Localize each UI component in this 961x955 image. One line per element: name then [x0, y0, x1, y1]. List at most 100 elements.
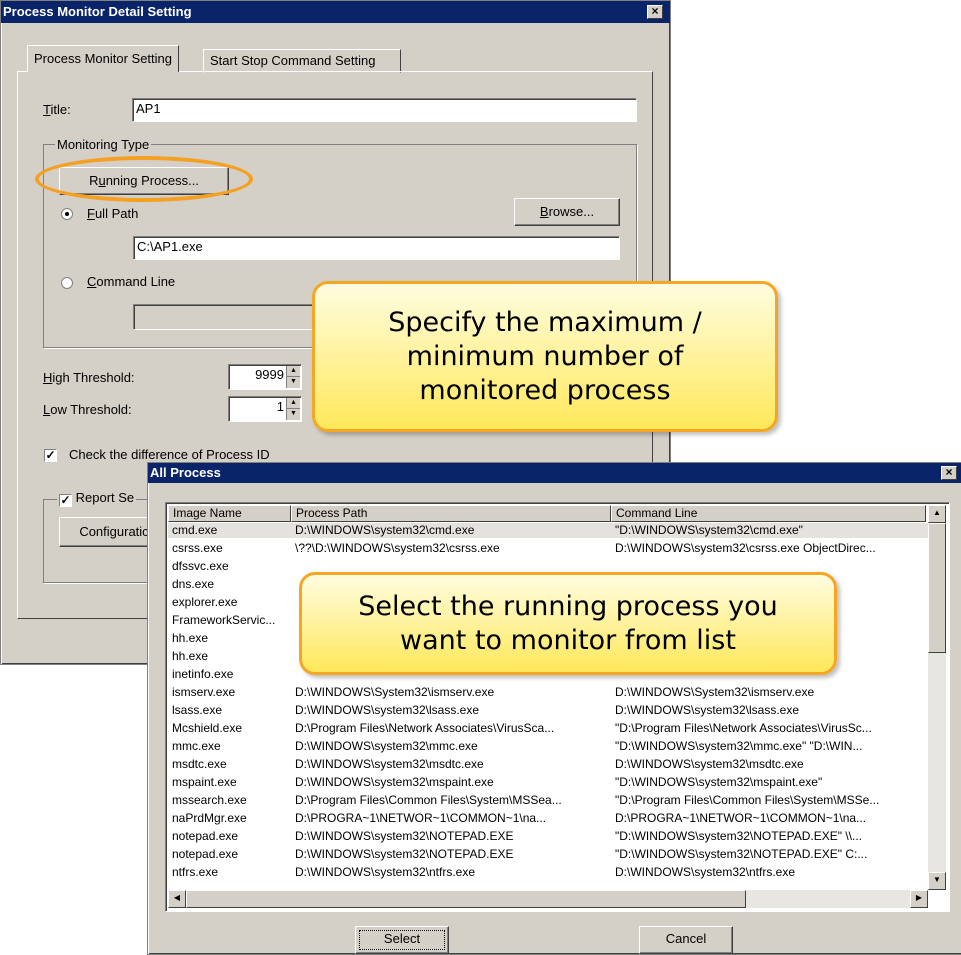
image-name-cell: Mcshield.exe: [172, 721, 243, 735]
process-path-cell: D:\WINDOWS\system32\msdtc.exe: [295, 757, 484, 771]
monitoring-type-legend: Monitoring Type: [55, 137, 152, 152]
image-name-cell: dns.exe: [172, 577, 215, 591]
process-path-cell: D:\WINDOWS\system32\lsass.exe: [295, 703, 480, 717]
horizontal-scroll-thumb[interactable]: [186, 890, 746, 908]
command-line-cell: D:\WINDOWS\system32\csrss.exe ObjectDire…: [615, 541, 876, 555]
command-line-cell: "D:\WINDOWS\system32\NOTEPAD.EXE" C:...: [615, 847, 868, 861]
command-line-cell: D:\WINDOWS\System32\ismserv.exe: [615, 685, 815, 699]
image-name-cell: csrss.exe: [172, 541, 223, 555]
process-path-cell: D:\WINDOWS\system32\mmc.exe: [295, 739, 478, 753]
image-name-cell: msdtc.exe: [172, 757, 227, 771]
process-path-cell: D:\WINDOWS\system32\mspaint.exe: [295, 775, 494, 789]
command-line-cell: "D:\WINDOWS\system32\NOTEPAD.EXE" \\...: [615, 829, 862, 843]
image-name-cell: notepad.exe: [172, 847, 239, 861]
table-row[interactable]: lsass.exe D:\WINDOWS\system32\lsass.exe D:…: [168, 703, 928, 718]
table-row[interactable]: msdtc.exe D:\WINDOWS\system32\msdtc.exe D:…: [168, 757, 928, 772]
select-callout-text: Select the running process you want to m…: [358, 590, 778, 656]
scroll-up-arrow-icon[interactable]: ▲: [928, 505, 946, 523]
high-threshold-spinner[interactable]: ▲ ▼: [286, 366, 300, 388]
scroll-left-arrow-icon[interactable]: ◀: [168, 890, 186, 908]
check-pid-label: Check the difference of Process ID: [69, 447, 270, 462]
low-threshold-label: Low Threshold:: [43, 402, 132, 417]
column-header-command-line[interactable]: Command Line: [611, 505, 926, 522]
command-line-cell: "D:\Program Files\Network Associates\Vir…: [615, 721, 872, 735]
command-line-cell: "D:\WINDOWS\system32\mspaint.exe": [615, 775, 823, 789]
all-process-title: All Process: [150, 465, 221, 480]
table-row[interactable]: cmd.exe D:\WINDOWS\system32\cmd.exe "D:\WI…: [168, 523, 928, 538]
image-name-cell: mmc.exe: [172, 739, 221, 753]
table-row[interactable]: ismserv.exe D:\WINDOWS\System32\ismserv.e…: [168, 685, 928, 700]
tab-start-stop-command-setting[interactable]: Start Stop Command Setting: [203, 49, 401, 73]
tab-label: Start Stop Command Setting: [210, 53, 376, 68]
close-icon[interactable]: ×: [941, 466, 957, 480]
process-path-cell: D:\WINDOWS\system32\NOTEPAD.EXE: [295, 829, 514, 843]
table-row[interactable]: mmc.exe D:\WINDOWS\system32\mmc.exe "D:\WI…: [168, 739, 928, 754]
command-line-cell: "D:\Program Files\Common Files\System\MS…: [615, 793, 880, 807]
image-name-cell: dfssvc.exe: [172, 559, 229, 573]
tab-label: Process Monitor Setting: [34, 51, 173, 66]
image-name-cell: notepad.exe: [172, 829, 239, 843]
scroll-down-arrow-icon[interactable]: ▼: [928, 872, 946, 890]
report-checkbox[interactable]: ✓: [59, 494, 72, 507]
table-row[interactable]: mspaint.exe D:\WINDOWS\system32\mspaint.e…: [168, 775, 928, 790]
full-path-label: Full Path: [87, 206, 139, 221]
table-row[interactable]: Mcshield.exe D:\Program Files\Network Ass…: [168, 721, 928, 736]
title-input[interactable]: AP1: [132, 98, 637, 122]
table-row[interactable]: csrss.exe \??\D:\WINDOWS\system32\csrss.e…: [168, 541, 928, 556]
high-threshold-value: 9999: [255, 367, 284, 382]
image-name-cell: mspaint.exe: [172, 775, 237, 789]
scroll-right-arrow-icon[interactable]: ▶: [910, 890, 928, 908]
browse-button[interactable]: Browse...: [514, 198, 620, 226]
image-name-cell: FrameworkServic...: [172, 613, 276, 627]
image-name-cell: mssearch.exe: [172, 793, 247, 807]
image-name-cell: naPrdMgr.exe: [172, 811, 247, 825]
cancel-button[interactable]: Cancel: [639, 926, 733, 954]
title-label: Title:: [43, 102, 71, 117]
all-process-dialog: All Process × Image Name Process Path Co…: [147, 462, 961, 955]
command-line-cell: D:\WINDOWS\system32\ntfrs.exe: [615, 865, 796, 879]
image-name-cell: hh.exe: [172, 631, 209, 645]
table-row[interactable]: notepad.exe D:\WINDOWS\system32\NOTEPAD.E…: [168, 829, 928, 844]
all-process-title-bar[interactable]: All Process: [148, 463, 961, 483]
command-line-cell: "D:\WINDOWS\system32\mmc.exe" "D:\WIN...: [615, 739, 863, 753]
low-threshold-spinner[interactable]: ▲ ▼: [286, 398, 300, 420]
table-row[interactable]: notepad.exe D:\WINDOWS\system32\NOTEPAD.E…: [168, 847, 928, 862]
process-list[interactable]: Image Name Process Path Command Line cmd…: [165, 502, 950, 912]
tab-process-monitor-setting[interactable]: Process Monitor Setting: [27, 45, 180, 72]
command-line-cell: D:\WINDOWS\system32\lsass.exe: [615, 703, 800, 717]
low-threshold-value: 1: [276, 399, 284, 414]
command-line-radio[interactable]: [61, 277, 73, 289]
table-row[interactable]: mssearch.exe D:\Program Files\Common File…: [168, 793, 928, 808]
select-callout: Select the running process you want to m…: [299, 572, 837, 675]
close-icon[interactable]: ×: [647, 5, 663, 19]
column-header-process-path[interactable]: Process Path: [291, 505, 611, 522]
process-path-cell: \??\D:\WINDOWS\system32\csrss.exe: [295, 541, 500, 555]
image-name-cell: ismserv.exe: [172, 685, 236, 699]
process-path-cell: D:\WINDOWS\system32\NOTEPAD.EXE: [295, 847, 514, 861]
running-process-highlight: [35, 156, 253, 202]
cancel-button-label: Cancel: [665, 931, 707, 946]
process-path-cell: D:\WINDOWS\system32\ntfrs.exe: [295, 865, 476, 879]
dialog-title: Process Monitor Detail Setting: [3, 4, 192, 19]
process-path-cell: D:\WINDOWS\system32\cmd.exe: [295, 523, 475, 537]
report-label: Report Se: [75, 490, 135, 505]
command-line-label: Command Line: [87, 274, 176, 289]
high-threshold-label: High Threshold:: [43, 370, 135, 385]
process-path-cell: D:\PROGRA~1\NETWOR~1\COMMON~1\na...: [295, 811, 547, 825]
image-name-cell: cmd.exe: [172, 523, 218, 537]
command-line-cell: D:\WINDOWS\system32\msdtc.exe: [615, 757, 804, 771]
full-path-input[interactable]: C:\AP1.exe: [133, 236, 620, 260]
check-pid-checkbox[interactable]: ✓: [44, 449, 57, 462]
process-path-cell: D:\WINDOWS\System32\ismserv.exe: [295, 685, 495, 699]
select-button[interactable]: Select: [355, 926, 449, 954]
image-name-cell: ntfrs.exe: [172, 865, 219, 879]
image-name-cell: explorer.exe: [172, 595, 238, 609]
table-row[interactable]: ntfrs.exe D:\WINDOWS\system32\ntfrs.exe D:…: [168, 865, 928, 880]
dialog-title-bar[interactable]: Process Monitor Detail Setting: [1, 1, 670, 23]
process-path-cell: D:\Program Files\Network Associates\Viru…: [295, 721, 555, 735]
column-header-image-name[interactable]: Image Name: [168, 505, 291, 522]
table-row[interactable]: naPrdMgr.exe D:\PROGRA~1\NETWOR~1\COMMON~…: [168, 811, 928, 826]
vertical-scroll-thumb[interactable]: [928, 523, 946, 653]
select-button-label: Select: [383, 931, 421, 946]
full-path-radio[interactable]: [61, 208, 73, 220]
